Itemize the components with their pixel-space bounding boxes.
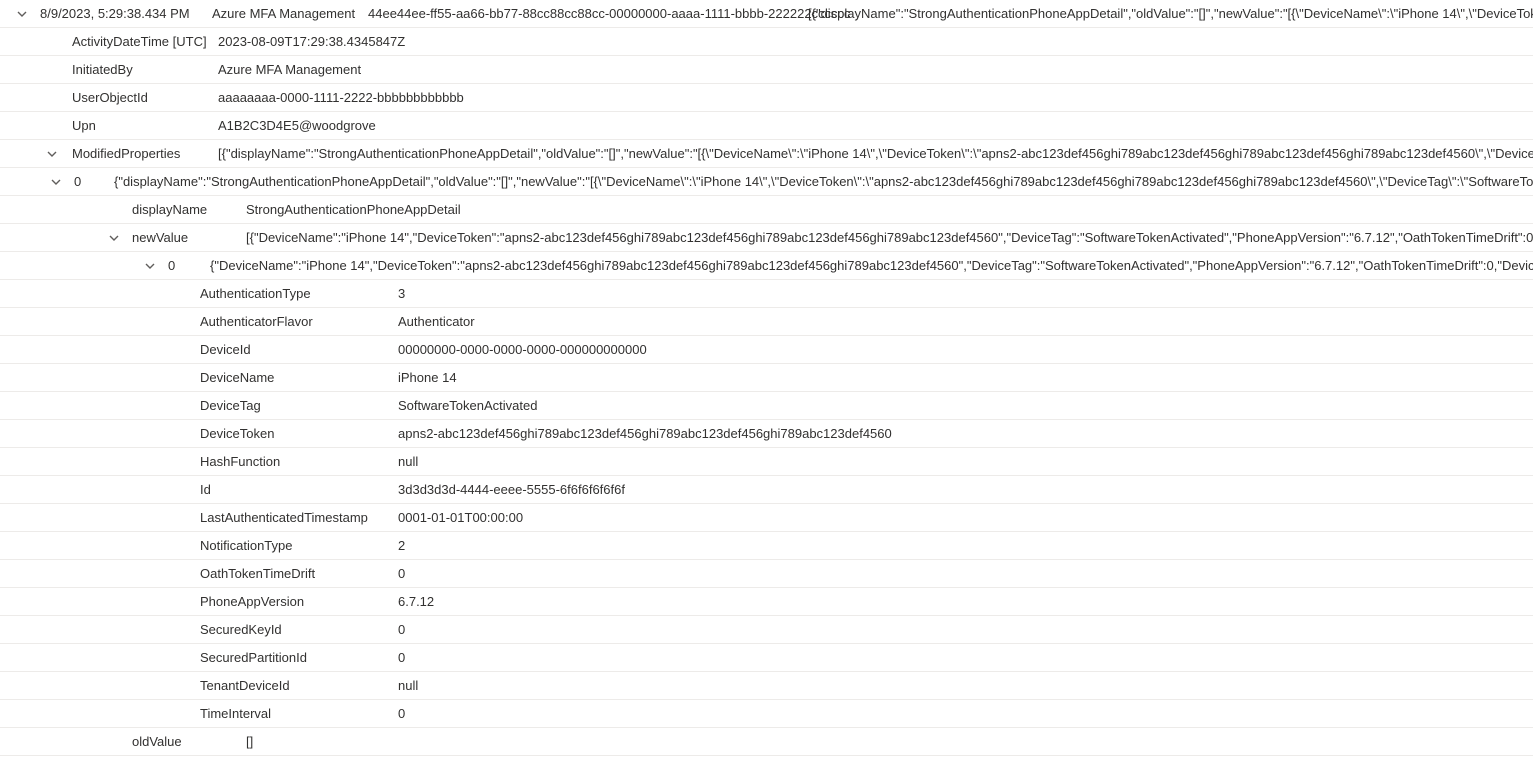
value-display-name: StrongAuthenticationPhoneAppDetail: [246, 202, 461, 217]
row-nv-0[interactable]: 0 {"DeviceName":"iPhone 14","DeviceToken…: [0, 252, 1533, 280]
row-mp-0[interactable]: 0 {"displayName":"StrongAuthenticationPh…: [0, 168, 1533, 196]
value-notification-type: 2: [398, 538, 405, 553]
value-upn: A1B2C3D4E5@woodgrove: [218, 118, 376, 133]
value-device-token: apns2-abc123def456ghi789abc123def456ghi7…: [398, 426, 892, 441]
label-tenant-device-id: TenantDeviceId: [200, 678, 398, 693]
label-new-value: newValue: [132, 230, 246, 245]
value-initiated-by: Azure MFA Management: [218, 62, 361, 77]
row-device-tag: DeviceTag SoftwareTokenActivated: [0, 392, 1533, 420]
chevron-down-icon[interactable]: [142, 258, 158, 274]
label-device-token: DeviceToken: [200, 426, 398, 441]
row-hash-function: HashFunction null: [0, 448, 1533, 476]
value-activity-datetime: 2023-08-09T17:29:38.4345847Z: [218, 34, 405, 49]
value-device-id: 00000000-0000-0000-0000-000000000000: [398, 342, 647, 357]
row-notification-type: NotificationType 2: [0, 532, 1533, 560]
label-id: Id: [200, 482, 398, 497]
label-secured-partition-id: SecuredPartitionId: [200, 650, 398, 665]
label-user-object-id: UserObjectId: [72, 90, 218, 105]
label-authenticator-flavor: AuthenticatorFlavor: [200, 314, 398, 329]
row-secured-partition-id: SecuredPartitionId 0: [0, 644, 1533, 672]
header-service: Azure MFA Management: [212, 6, 368, 21]
value-authentication-type: 3: [398, 286, 405, 301]
value-hash-function: null: [398, 454, 418, 469]
row-oath-token-time-drift: OathTokenTimeDrift 0: [0, 560, 1533, 588]
chevron-down-icon[interactable]: [106, 230, 122, 246]
value-authenticator-flavor: Authenticator: [398, 314, 475, 329]
label-initiated-by: InitiatedBy: [72, 62, 218, 77]
label-secured-key-id: SecuredKeyId: [200, 622, 398, 637]
value-device-tag: SoftwareTokenActivated: [398, 398, 537, 413]
label-notification-type: NotificationType: [200, 538, 398, 553]
row-old-value: oldValue []: [0, 728, 1533, 756]
log-entry-header[interactable]: 8/9/2023, 5:29:38.434 PM Azure MFA Manag…: [0, 0, 1533, 28]
label-device-tag: DeviceTag: [200, 398, 398, 413]
value-tenant-device-id: null: [398, 678, 418, 693]
value-oath-token-time-drift: 0: [398, 566, 405, 581]
label-upn: Upn: [72, 118, 218, 133]
label-old-value: oldValue: [132, 734, 246, 749]
label-hash-function: HashFunction: [200, 454, 398, 469]
label-device-id: DeviceId: [200, 342, 398, 357]
row-device-id: DeviceId 00000000-0000-0000-0000-0000000…: [0, 336, 1533, 364]
value-nv-0: {"DeviceName":"iPhone 14","DeviceToken":…: [210, 258, 1533, 273]
chevron-down-icon[interactable]: [14, 6, 30, 22]
row-tenant-device-id: TenantDeviceId null: [0, 672, 1533, 700]
label-modified-properties: ModifiedProperties: [72, 146, 218, 161]
label-mp-0-index: 0: [74, 174, 114, 189]
label-time-interval: TimeInterval: [200, 706, 398, 721]
row-modified-properties[interactable]: ModifiedProperties [{"displayName":"Stro…: [0, 140, 1533, 168]
row-display-name: displayName StrongAuthenticationPhoneApp…: [0, 196, 1533, 224]
row-id: Id 3d3d3d3d-4444-eeee-5555-6f6f6f6f6f6f: [0, 476, 1533, 504]
row-device-name: DeviceName iPhone 14: [0, 364, 1533, 392]
label-activity-datetime: ActivityDateTime [UTC]: [72, 34, 218, 49]
row-secured-key-id: SecuredKeyId 0: [0, 616, 1533, 644]
row-time-interval: TimeInterval 0: [0, 700, 1533, 728]
value-old-value: []: [246, 734, 253, 749]
chevron-down-icon[interactable]: [48, 174, 64, 190]
value-time-interval: 0: [398, 706, 405, 721]
label-oath-token-time-drift: OathTokenTimeDrift: [200, 566, 398, 581]
row-new-value[interactable]: newValue [{"DeviceName":"iPhone 14","Dev…: [0, 224, 1533, 252]
label-last-auth-timestamp: LastAuthenticatedTimestamp: [200, 510, 398, 525]
row-last-auth-timestamp: LastAuthenticatedTimestamp 0001-01-01T00…: [0, 504, 1533, 532]
header-summary-json: [{"displayName":"StrongAuthenticationPho…: [808, 6, 1533, 21]
row-upn: Upn A1B2C3D4E5@woodgrove: [0, 112, 1533, 140]
row-initiated-by: InitiatedBy Azure MFA Management: [0, 56, 1533, 84]
header-timestamp: 8/9/2023, 5:29:38.434 PM: [40, 6, 212, 21]
value-phone-app-version: 6.7.12: [398, 594, 434, 609]
header-correlation-id: 44ee44ee-ff55-aa66-bb77-88cc88cc88cc-000…: [368, 6, 808, 21]
row-authenticator-flavor: AuthenticatorFlavor Authenticator: [0, 308, 1533, 336]
label-device-name: DeviceName: [200, 370, 398, 385]
row-phone-app-version: PhoneAppVersion 6.7.12: [0, 588, 1533, 616]
row-user-object-id: UserObjectId aaaaaaaa-0000-1111-2222-bbb…: [0, 84, 1533, 112]
value-last-auth-timestamp: 0001-01-01T00:00:00: [398, 510, 523, 525]
value-new-value: [{"DeviceName":"iPhone 14","DeviceToken"…: [246, 230, 1533, 245]
value-secured-key-id: 0: [398, 622, 405, 637]
value-mp-0: {"displayName":"StrongAuthenticationPhon…: [114, 174, 1533, 189]
row-authentication-type: AuthenticationType 3: [0, 280, 1533, 308]
chevron-down-icon[interactable]: [44, 146, 60, 162]
value-id: 3d3d3d3d-4444-eeee-5555-6f6f6f6f6f6f: [398, 482, 625, 497]
label-phone-app-version: PhoneAppVersion: [200, 594, 398, 609]
label-authentication-type: AuthenticationType: [200, 286, 398, 301]
value-device-name: iPhone 14: [398, 370, 457, 385]
value-user-object-id: aaaaaaaa-0000-1111-2222-bbbbbbbbbbbb: [218, 90, 464, 105]
row-activity-datetime: ActivityDateTime [UTC] 2023-08-09T17:29:…: [0, 28, 1533, 56]
label-display-name: displayName: [132, 202, 246, 217]
value-secured-partition-id: 0: [398, 650, 405, 665]
label-nv-0-index: 0: [168, 258, 210, 273]
value-modified-properties: [{"displayName":"StrongAuthenticationPho…: [218, 146, 1533, 161]
row-device-token: DeviceToken apns2-abc123def456ghi789abc1…: [0, 420, 1533, 448]
